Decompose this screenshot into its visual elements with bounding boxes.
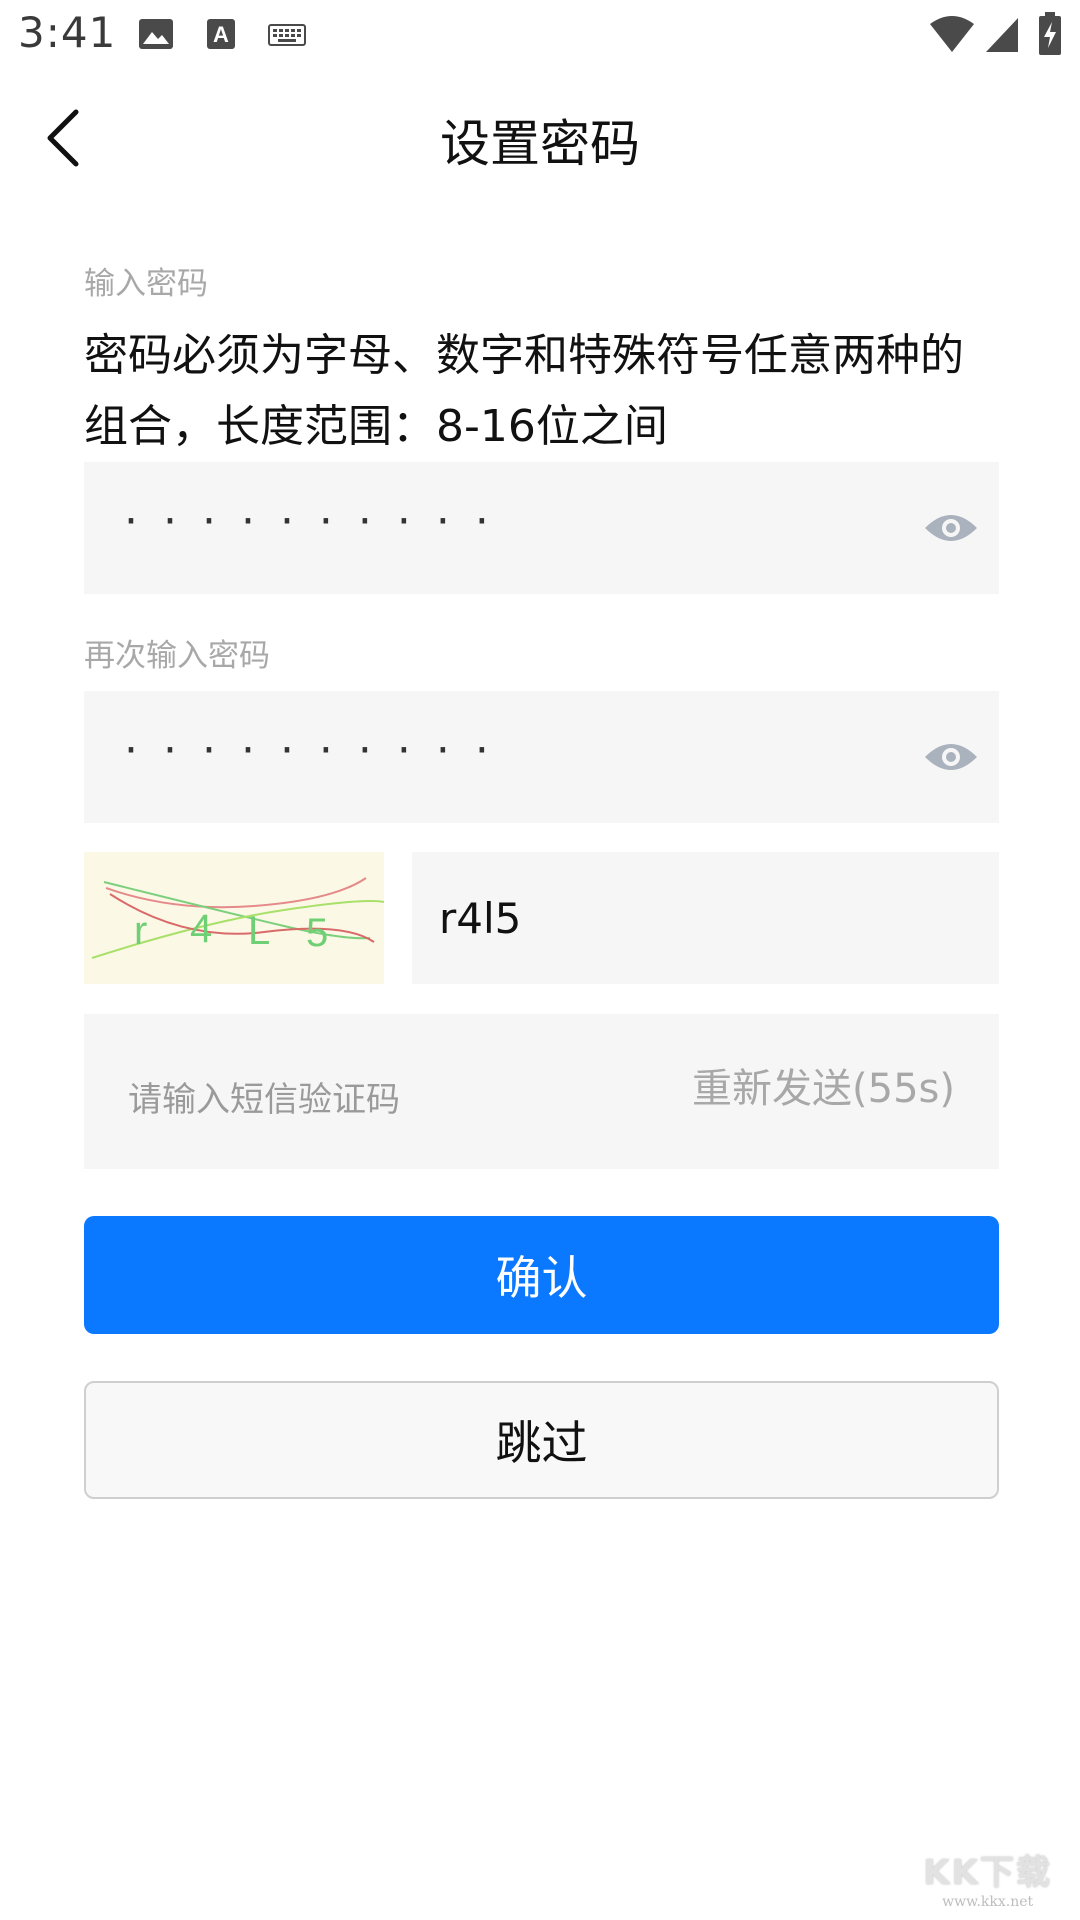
signal-icon <box>986 18 1018 52</box>
eye-icon[interactable] <box>923 508 979 548</box>
confirm-password-label: 再次输入密码 <box>84 638 270 674</box>
captcha-input[interactable]: r4l5 <box>412 852 999 984</box>
password-masked-value: ·········· <box>124 496 514 547</box>
sms-code-input[interactable]: 请输入短信验证码 重新发送(55s) <box>84 1014 999 1169</box>
captcha-graphic: r 4 L 5 <box>91 877 385 959</box>
password-label: 输入密码 <box>84 266 208 302</box>
watermark-logo: KK下载 <box>923 1853 1052 1893</box>
password-rule-text: 密码必须为字母、数字和特殊符号任意两种的组合，长度范围：8-16位之间 <box>84 330 964 452</box>
captcha-image[interactable]: r 4 L 5 <box>84 852 385 984</box>
captcha-char: 5 <box>306 911 328 955</box>
status-bar: 3:41 A <box>0 0 1080 72</box>
password-input[interactable]: ·········· <box>84 462 999 594</box>
captcha-input-value: r4l5 <box>439 894 522 943</box>
wifi-icon <box>930 16 974 52</box>
confirm-password-masked-value: ·········· <box>124 725 514 776</box>
resend-sms-button[interactable]: 重新发送(55s) <box>692 1056 955 1114</box>
confirm-button[interactable]: 确认 <box>84 1216 999 1334</box>
eye-icon[interactable] <box>923 737 979 777</box>
watermark-url: www.kkx.net <box>942 1894 1034 1910</box>
captcha-char: r <box>134 909 147 953</box>
text-icon: A <box>207 19 235 49</box>
captcha-char: 4 <box>190 907 212 951</box>
battery-icon <box>1039 12 1061 55</box>
confirm-password-input[interactable]: ·········· <box>84 691 999 823</box>
keyboard-icon <box>268 24 306 46</box>
svg-text:A: A <box>213 22 229 47</box>
sms-code-placeholder: 请输入短信验证码 <box>128 1080 400 1120</box>
page-title: 设置密码 <box>440 115 640 173</box>
watermark: KK下载 www.kkx.net <box>923 1845 1052 1910</box>
skip-button[interactable]: 跳过 <box>84 1381 999 1499</box>
status-time: 3:41 <box>18 8 117 57</box>
captcha-char: L <box>248 909 270 953</box>
image-icon <box>139 19 173 49</box>
